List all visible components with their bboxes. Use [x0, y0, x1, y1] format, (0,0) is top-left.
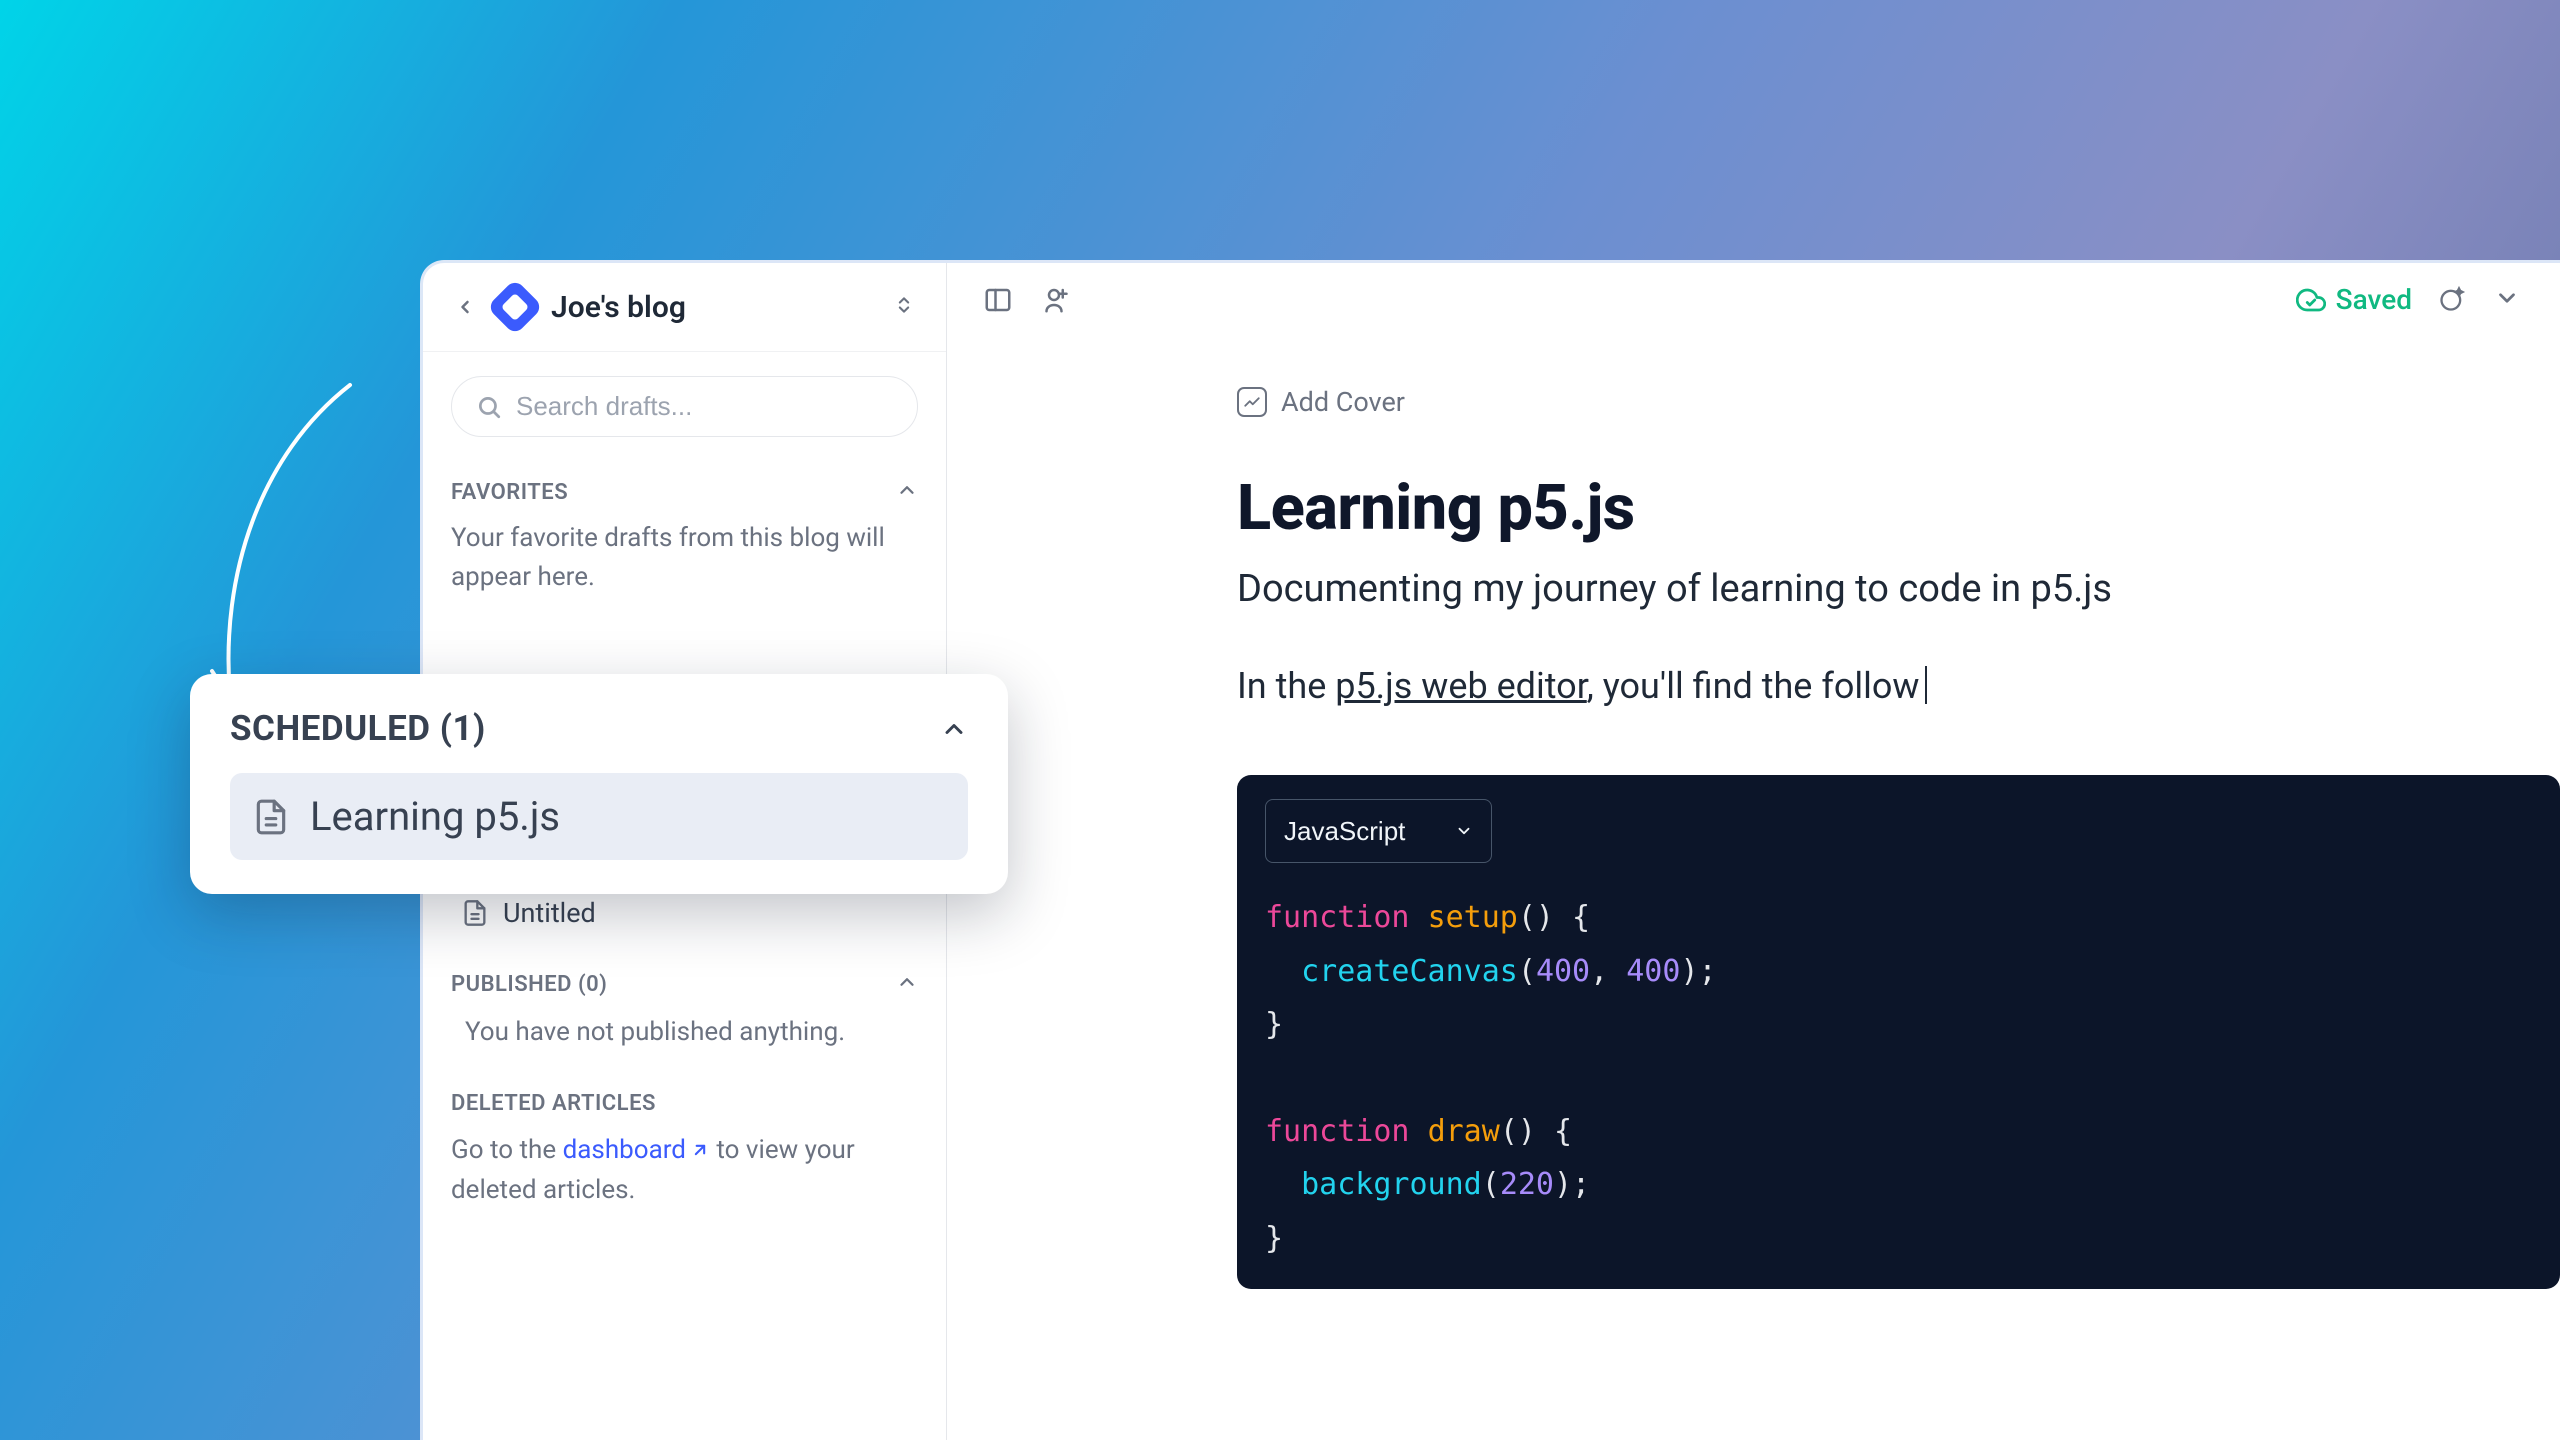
toggle-sidebar-button[interactable]	[983, 285, 1013, 315]
callout-arrow-icon	[200, 375, 370, 715]
file-text-icon	[461, 899, 489, 927]
cloud-check-icon	[2296, 285, 2326, 315]
sparkle-icon	[2438, 285, 2466, 313]
chevron-left-icon	[455, 297, 475, 317]
external-link-icon	[690, 1140, 710, 1160]
more-menu-button[interactable]	[2494, 285, 2524, 315]
ai-sparkle-button[interactable]	[2438, 285, 2468, 315]
published-toggle[interactable]	[896, 971, 918, 997]
article-title[interactable]: Learning p5.js	[1237, 472, 2560, 545]
scheduled-label: SCHEDULED (1)	[230, 708, 486, 749]
published-section-header[interactable]: PUBLISHED (0)	[451, 963, 918, 1005]
chevron-down-icon	[2494, 285, 2520, 311]
search-input[interactable]	[516, 391, 893, 422]
article-subtitle[interactable]: Documenting my journey of learning to co…	[1237, 567, 2560, 611]
favorites-section-header[interactable]: FAVORITES	[451, 471, 918, 513]
chevron-up-icon	[896, 479, 918, 501]
topbar: Saved	[947, 263, 2560, 336]
code-block[interactable]: JavaScript function setup() { createCanv…	[1237, 775, 2560, 1289]
code-content: function setup() { createCanvas(400, 400…	[1265, 891, 2532, 1265]
saved-label: Saved	[2336, 283, 2412, 316]
search-box[interactable]	[451, 376, 918, 437]
favorites-label: FAVORITES	[451, 480, 568, 505]
deleted-pre: Go to the	[451, 1135, 563, 1165]
search-icon	[476, 394, 502, 420]
scheduled-item[interactable]: Learning p5.js	[230, 773, 968, 860]
favorites-toggle[interactable]	[896, 479, 918, 505]
file-text-icon	[252, 798, 290, 836]
add-cover-button[interactable]: Add Cover	[1237, 386, 1405, 418]
code-language-label: JavaScript	[1284, 808, 1405, 854]
article-body-line[interactable]: In the p5.js web editor, you'll find the…	[1237, 665, 2560, 707]
text-cursor	[1925, 666, 1927, 704]
draft-item[interactable]: Untitled	[451, 887, 918, 939]
chevron-up-icon[interactable]	[940, 715, 968, 743]
favorites-empty-text: Your favorite drafts from this blog will…	[451, 519, 918, 597]
deleted-desc: Go to the dashboard to view your deleted…	[451, 1130, 918, 1211]
image-icon	[1237, 387, 1267, 417]
draft-item-title: Untitled	[503, 897, 596, 929]
user-plus-icon	[1039, 285, 1069, 315]
code-language-select[interactable]: JavaScript	[1265, 799, 1492, 863]
panel-left-icon	[983, 285, 1013, 315]
main-area: Saved Add Cover Learning p5.js Documenti…	[947, 263, 2560, 1440]
dashboard-link[interactable]: dashboard	[563, 1135, 710, 1165]
chevrons-up-down-icon	[894, 295, 914, 315]
chevron-up-icon	[896, 971, 918, 993]
add-cover-label: Add Cover	[1281, 386, 1405, 418]
scheduled-callout: SCHEDULED (1) Learning p5.js	[190, 674, 1008, 894]
scheduled-callout-header[interactable]: SCHEDULED (1)	[230, 708, 968, 749]
scheduled-item-title: Learning p5.js	[310, 793, 560, 840]
collaborators-button[interactable]	[1039, 285, 1069, 315]
chevron-down-icon	[1455, 822, 1473, 840]
sidebar-header: Joe's blog	[423, 263, 946, 352]
back-button[interactable]	[451, 293, 479, 321]
published-empty-text: You have not published anything.	[451, 1011, 918, 1053]
blog-switcher[interactable]	[894, 295, 918, 319]
body-inline-link[interactable]: p5.js web editor	[1335, 665, 1587, 707]
editor-content: Add Cover Learning p5.js Documenting my …	[947, 336, 2560, 1289]
published-label: PUBLISHED (0)	[451, 972, 607, 997]
blog-logo-icon	[487, 279, 544, 336]
saved-status: Saved	[2296, 283, 2412, 316]
deleted-label: DELETED ARTICLES	[451, 1091, 918, 1116]
blog-title: Joe's blog	[551, 290, 878, 325]
